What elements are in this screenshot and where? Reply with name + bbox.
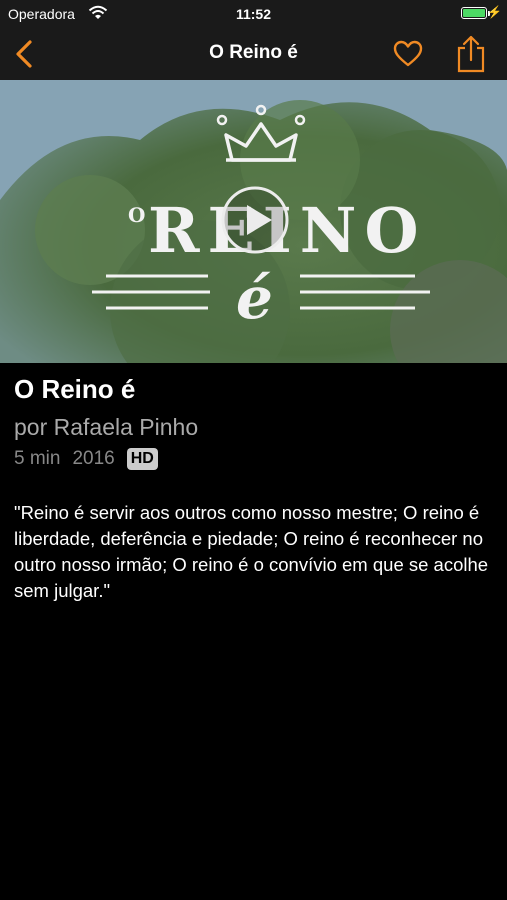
video-thumbnail[interactable]: O REINO é <box>0 80 507 363</box>
status-bar: Operadora 11:52 ⚡ <box>0 0 507 28</box>
video-title: O Reino é <box>14 374 136 404</box>
nav-title: O Reino é <box>209 42 298 63</box>
overlay-text-sub: é <box>236 264 273 332</box>
video-author: por Rafaela Pinho <box>14 414 199 440</box>
share-button[interactable] <box>455 34 487 74</box>
video-year: 2016 <box>72 448 115 469</box>
clock: 11:52 <box>235 6 272 22</box>
hd-badge: HD <box>126 448 158 470</box>
overlay-text-top: O <box>128 203 145 227</box>
navigation-bar: O Reino é <box>0 28 507 81</box>
charging-icon: ⚡ <box>487 5 502 19</box>
video-info: O Reino é por Rafaela Pinho 5 min 2016 H… <box>14 372 494 604</box>
battery-icon <box>461 7 487 19</box>
play-button[interactable] <box>220 185 290 255</box>
video-description: "Reino é servir aos outros como nosso me… <box>14 502 489 601</box>
video-duration: 5 min <box>14 448 61 469</box>
favorite-button[interactable] <box>392 38 424 70</box>
video-meta: 5 min 2016 HD <box>14 446 494 472</box>
